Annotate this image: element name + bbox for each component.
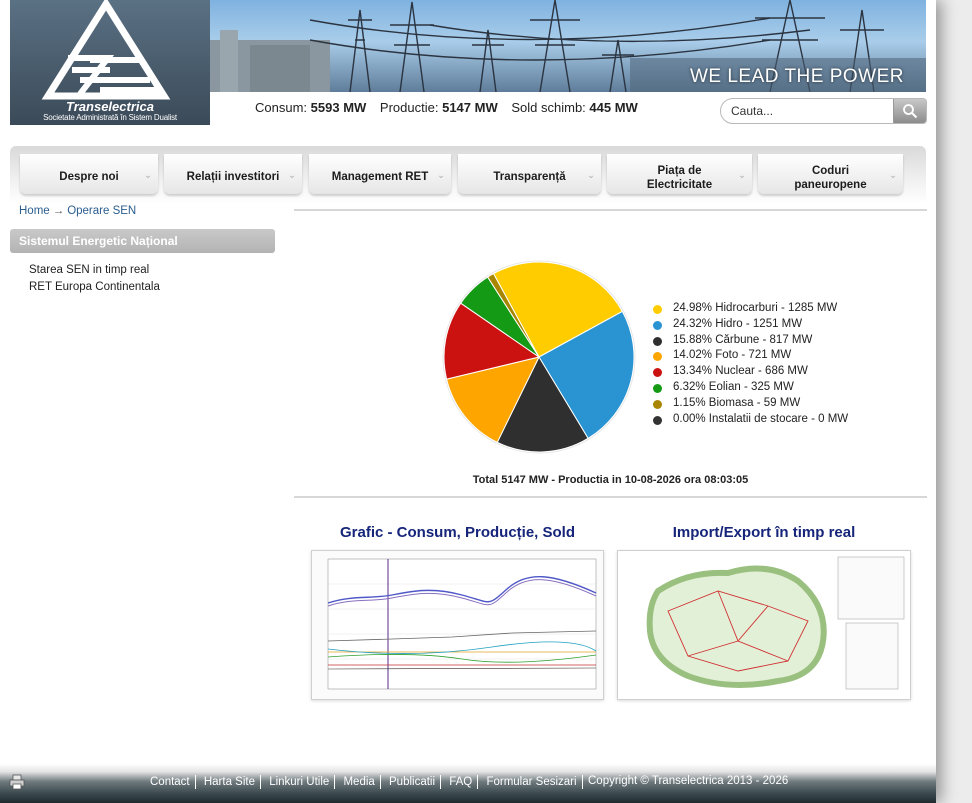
nav-label-line1: Coduri — [811, 165, 850, 177]
legend-dot-icon — [653, 368, 662, 378]
divider — [294, 496, 927, 498]
nav-piata-electricitate[interactable]: Piața de Electricitate ⌄ — [607, 154, 752, 194]
printer-icon[interactable] — [9, 774, 25, 790]
grafic-title[interactable]: Grafic - Consum, Producție, Sold — [310, 524, 605, 541]
nav-label-line2: Electricitate — [646, 179, 713, 191]
production-pie-chart — [442, 260, 636, 454]
logo-subtitle: Societate Administrată în Sistem Dualist — [43, 113, 177, 122]
breadcrumb-current[interactable]: Operare SEN — [67, 205, 136, 217]
search-icon — [903, 103, 918, 118]
legend-label: 0.00% Instalatii de stocare - 0 MW — [673, 412, 849, 425]
nav-transparenta[interactable]: Transparență ⌄ — [458, 154, 601, 194]
footer-link-formular-sesizari[interactable]: Formular Sesizari — [481, 775, 583, 789]
footer-link-publicatii[interactable]: Publicatii — [384, 775, 442, 789]
slogan: WE LEAD THE POWER — [689, 66, 904, 87]
main-nav: Despre noi ⌄ Relații investitori ⌄ Manag… — [10, 146, 926, 204]
legend-dot-icon — [653, 305, 662, 314]
productie-label: Productie: — [379, 100, 439, 115]
logo-name: Transelectrica — [66, 99, 154, 114]
footer-link-media[interactable]: Media — [338, 775, 381, 789]
nav-coduri-paneuropene[interactable]: Coduri paneuropene ⌄ — [758, 154, 903, 194]
system-stats: Consum: 5593 MW Productie: 5147 MW Sold … — [255, 100, 638, 115]
nav-label-line1: Piața de — [657, 165, 702, 177]
search-box — [720, 98, 927, 124]
consumption-chart-thumbnail — [327, 558, 597, 690]
nav-label: Relații investitori — [186, 171, 280, 183]
legend-dot-icon — [653, 336, 662, 346]
sidebar-link-ret-europa[interactable]: RET Europa Continentala — [29, 281, 160, 293]
sidebar-title: Sistemul Energetic Național — [10, 229, 275, 253]
copyright: Copyright © Transelectrica 2013 - 2026 — [588, 775, 789, 787]
chevron-down-icon: ⌄ — [587, 170, 595, 180]
chevron-down-icon: ⌄ — [437, 170, 445, 180]
footer-links: Contact Harta Site Linkuri Utile Media P… — [150, 775, 583, 789]
legend-dot-icon — [653, 352, 662, 362]
nav-relatii-investitori[interactable]: Relații investitori ⌄ — [164, 154, 302, 194]
search-input[interactable] — [721, 99, 893, 123]
footer-link-faq[interactable]: FAQ — [444, 775, 479, 789]
consum-label: Consum: — [255, 100, 308, 115]
import-export-title[interactable]: Import/Export în timp real — [617, 524, 911, 541]
legend-dot-icon — [653, 320, 662, 330]
footer-link-contact[interactable]: Contact — [150, 775, 196, 789]
legend-label: 13.34% Nuclear - 686 MW — [673, 365, 808, 378]
chart-title: Total 5147 MW - Productia in 10-08-2026 … — [472, 474, 749, 486]
chevron-down-icon: ⌄ — [288, 170, 296, 180]
nav-label: Management RET — [331, 171, 429, 183]
nav-label: Transparență — [493, 171, 566, 183]
sold-value: 445 MW — [589, 100, 638, 115]
transelectrica-logo-icon — [41, 0, 171, 100]
sold-label: Sold schimb: — [511, 100, 586, 115]
search-button[interactable] — [893, 99, 926, 123]
nav-despre-noi[interactable]: Despre noi ⌄ — [20, 154, 158, 194]
consum-value: 5593 MW — [310, 100, 367, 115]
arrow-right-icon: → — [52, 205, 65, 217]
legend-label: 14.02% Foto - 721 MW — [673, 349, 792, 362]
legend-dot-icon — [653, 415, 662, 425]
legend-label: 24.98% Hidrocarburi - 1285 MW — [673, 302, 838, 314]
breadcrumb-home[interactable]: Home — [19, 205, 50, 217]
chevron-down-icon: ⌄ — [144, 170, 152, 180]
chevron-down-icon: ⌄ — [738, 170, 746, 180]
nav-label: Despre noi — [59, 171, 119, 183]
footer-link-linkuri-utile[interactable]: Linkuri Utile — [264, 775, 336, 789]
chevron-down-icon: ⌄ — [889, 170, 897, 180]
legend-label: 6.32% Eolian - 325 MW — [673, 380, 794, 393]
page: WE LEAD THE POWER Transelectrica Societa… — [0, 0, 936, 803]
legend-label: 15.88% Cărbune - 817 MW — [673, 333, 813, 346]
productie-value: 5147 MW — [442, 100, 498, 115]
footer-link-harta-site[interactable]: Harta Site — [199, 775, 261, 789]
breadcrumb: Home → Operare SEN — [19, 205, 136, 217]
nav-management-ret[interactable]: Management RET ⌄ — [309, 154, 451, 194]
sidebar-link-starea-sen[interactable]: Starea SEN in timp real — [29, 264, 149, 276]
divider — [294, 209, 927, 211]
logo[interactable]: Transelectrica Societate Administrată în… — [10, 0, 210, 125]
legend-label: 1.15% Biomasa - 59 MW — [673, 396, 801, 409]
import-export-map-thumbnail — [618, 551, 910, 699]
nav-label-line2: paneuropene — [794, 179, 867, 191]
footer: Contact Harta Site Linkuri Utile Media P… — [0, 764, 936, 803]
import-export-thumbnail[interactable] — [617, 550, 911, 700]
legend-dot-icon — [653, 399, 662, 409]
grafic-thumbnail[interactable] — [311, 550, 604, 700]
legend-dot-icon — [653, 383, 662, 393]
legend-label: 24.32% Hidro - 1251 MW — [673, 317, 803, 330]
